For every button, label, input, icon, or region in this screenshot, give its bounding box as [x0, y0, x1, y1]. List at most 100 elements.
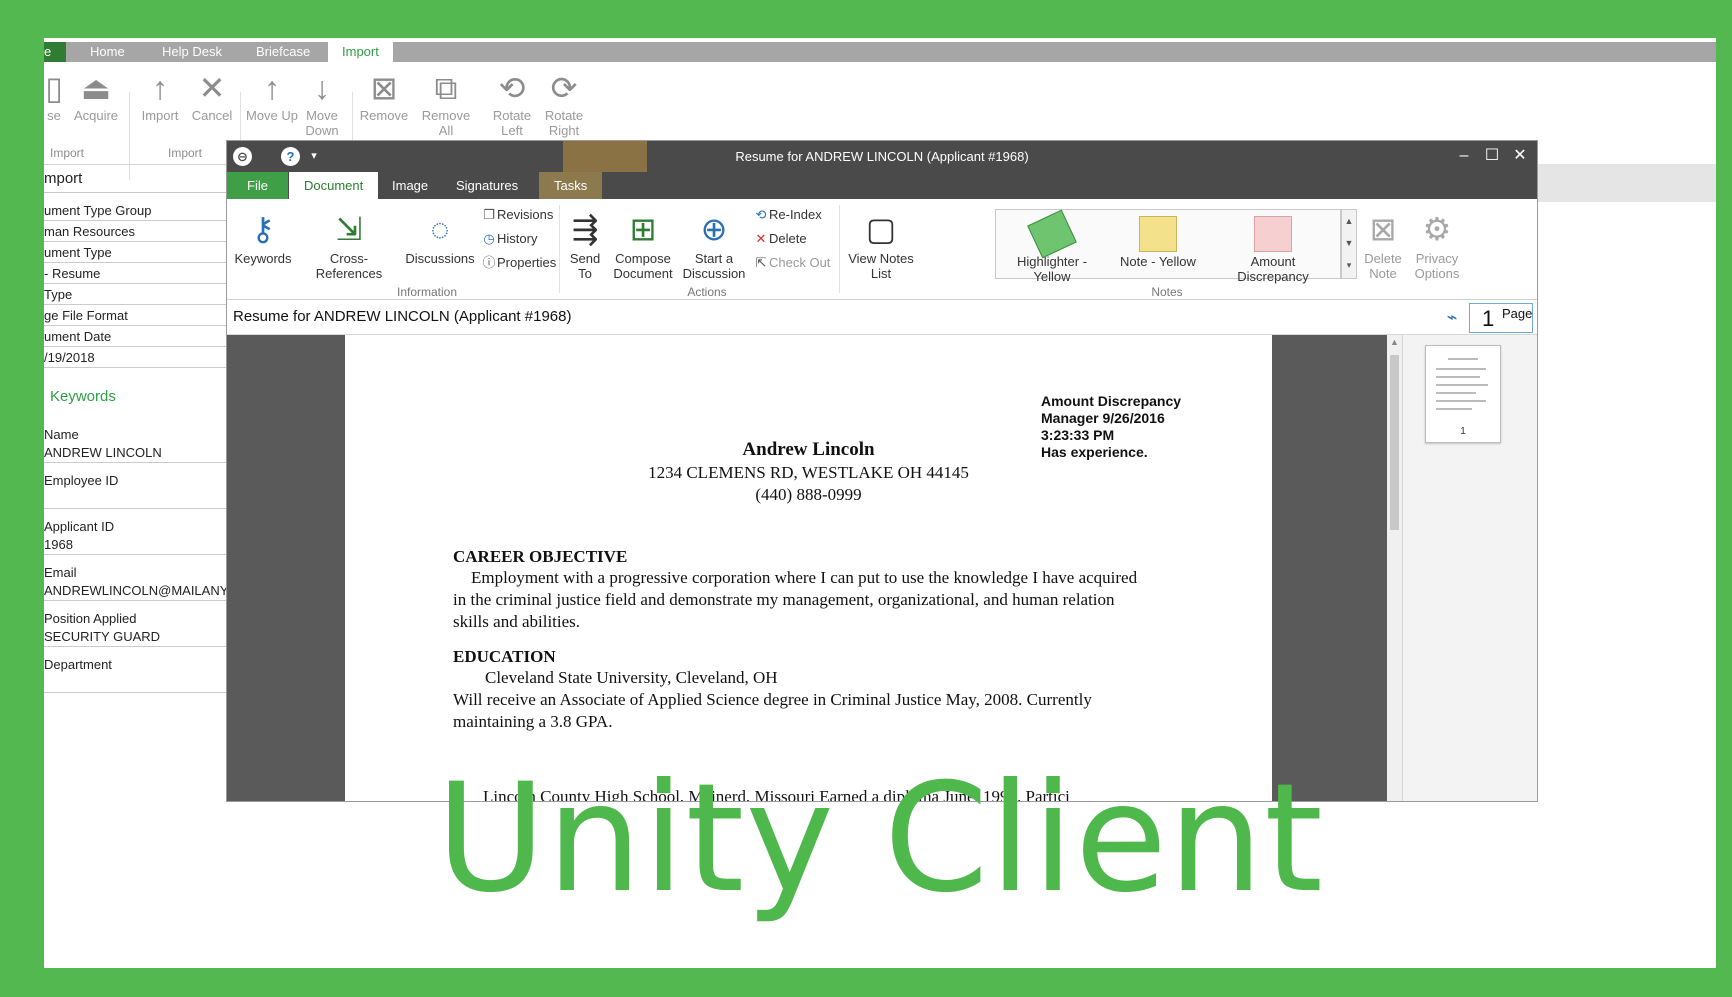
- keyword-value-department[interactable]: [44, 674, 226, 693]
- view-notes-list-button[interactable]: ▢ View Notes List: [843, 207, 919, 281]
- keyword-value-position[interactable]: SECURITY GUARD: [44, 628, 226, 647]
- thumbnail-page-number: 1: [1460, 426, 1466, 437]
- scroll-thumb[interactable]: [1390, 355, 1399, 530]
- discussions-button[interactable]: ◌ Discussions: [403, 207, 477, 266]
- tab-briefcase[interactable]: Briefcase: [256, 42, 310, 62]
- page-label: Page: [1502, 306, 1533, 321]
- properties-button[interactable]: ⓘ Properties: [481, 253, 556, 273]
- resume-phone: (440) 888-0999: [755, 485, 862, 504]
- thumbnail-line: [1448, 358, 1478, 360]
- acquire-button[interactable]: ⏏ Acquire: [68, 68, 124, 123]
- rotate-right-icon: ⟳: [550, 70, 578, 106]
- field-value[interactable]: man Resources: [44, 223, 226, 242]
- notes-gallery: Highlighter - Yellow Note - Yellow Amoun…: [995, 209, 1341, 284]
- clock-icon: ◷: [483, 231, 495, 246]
- tab-import[interactable]: Import: [328, 42, 393, 62]
- note-yellow-item[interactable]: Note - Yellow: [1108, 212, 1208, 274]
- field-value[interactable]: /19/2018: [44, 349, 226, 368]
- file-tab-stub[interactable]: e: [44, 42, 66, 62]
- discussion-add-icon: ⊕: [700, 211, 728, 247]
- compose-document-button[interactable]: ⊞ Compose Document: [609, 207, 677, 281]
- staple-icon[interactable]: ⌁: [1435, 308, 1469, 326]
- rotate-left-button[interactable]: ⟲ Rotate Left: [484, 68, 540, 138]
- thumbnail-line: [1436, 384, 1488, 386]
- cancel-button[interactable]: ✕ Cancel: [184, 68, 240, 123]
- remove-button[interactable]: ⊠ Remove: [356, 68, 412, 123]
- tab-document[interactable]: Document: [289, 172, 379, 199]
- field-label: ument Type Group: [44, 202, 226, 221]
- minimize-button[interactable]: –: [1451, 145, 1477, 167]
- group-label-import: Import: [50, 146, 85, 160]
- field-value[interactable]: - Resume: [44, 265, 226, 284]
- re-index-button[interactable]: ⟲ Re-Index: [753, 205, 822, 225]
- window-title: Resume for ANDREW LINCOLN (Applicant #19…: [735, 149, 1029, 164]
- move-down-button[interactable]: ↓ Move Down: [294, 68, 350, 138]
- document-page: Amount Discrepancy Manager 9/26/2016 3:2…: [345, 335, 1272, 801]
- thumbnail-line: [1436, 368, 1486, 370]
- privacy-options-button[interactable]: ⚙ Privacy Options: [1409, 207, 1465, 281]
- resume-name: Andrew Lincoln: [742, 439, 875, 460]
- keyword-value-applicant-id[interactable]: 1968: [44, 536, 226, 555]
- keys-icon: ⚷: [251, 211, 275, 247]
- background-tab-bar: e Home Help Desk Briefcase Import: [44, 42, 1716, 62]
- document-window: ⊖ ? ▾ Resume for ANDREW LINCOLN (Applica…: [226, 140, 1538, 802]
- tab-tasks[interactable]: Tasks: [539, 172, 603, 199]
- keyword-label-employee-id: Employee ID: [44, 473, 119, 488]
- tab-signatures[interactable]: Signatures: [441, 172, 533, 199]
- compose-icon: ⊞: [629, 211, 657, 247]
- check-out-button[interactable]: ⇱ Check Out: [753, 253, 831, 273]
- cross-reference-icon: ⇲: [335, 211, 363, 247]
- highlighter-icon: [1027, 209, 1077, 259]
- cross-references-button[interactable]: ⇲ Cross-References: [299, 207, 399, 281]
- tab-home[interactable]: Home: [90, 42, 125, 62]
- career-objective-text: Employment with a progressive corporatio…: [453, 568, 1138, 631]
- remove-all-button[interactable]: ⧉ Remove All: [418, 68, 474, 138]
- tab-image[interactable]: Image: [377, 172, 443, 199]
- viewer-scrollbar[interactable]: ▲: [1387, 335, 1402, 801]
- keyword-value-name[interactable]: ANDREW LINCOLN: [44, 444, 226, 463]
- history-button[interactable]: ◷ History: [481, 229, 537, 249]
- move-up-button[interactable]: ↑ Move Up: [244, 68, 300, 123]
- keyword-value-employee-id[interactable]: [44, 490, 226, 509]
- delete-note-button[interactable]: ⊠ Delete Note: [1361, 207, 1405, 281]
- group-label-import: Import: [168, 146, 203, 160]
- import-button[interactable]: ↑ Import: [132, 68, 188, 123]
- re-index-icon: ⟲: [755, 207, 767, 222]
- page-thumbnail[interactable]: 1: [1425, 345, 1501, 443]
- tab-file[interactable]: File: [227, 172, 288, 199]
- keyword-label-applicant-id: Applicant ID: [44, 519, 115, 534]
- amount-discrepancy-item[interactable]: Amount Discrepancy: [1218, 212, 1328, 284]
- highlighter-yellow-item[interactable]: Highlighter - Yellow: [1002, 209, 1102, 284]
- education-heading: EDUCATION: [453, 647, 556, 666]
- keyword-label-email: Email: [44, 565, 77, 580]
- info-icon: ⓘ: [482, 255, 496, 270]
- maximize-button[interactable]: ☐: [1479, 145, 1505, 167]
- keyword-value-email[interactable]: ANDREWLINCOLN@MAILANY: [44, 582, 226, 601]
- document-header-bar: Resume for ANDREW LINCOLN (Applicant #19…: [227, 300, 1537, 335]
- panel-divider: [44, 192, 226, 193]
- revisions-button[interactable]: ❐ Revisions: [481, 205, 553, 225]
- thumbnail-line: [1436, 392, 1476, 394]
- document-ribbon: ⚷ Keywords ⇲ Cross-References ◌ Discussions…: [227, 199, 1537, 300]
- remove-page-icon: ⊠: [370, 70, 398, 106]
- thumbnail-line: [1436, 400, 1486, 402]
- remove-all-icon: ⧉: [434, 70, 458, 106]
- keyword-label-name: Name: [44, 427, 79, 442]
- arrow-down-icon: ↓: [314, 70, 330, 106]
- send-to-button[interactable]: ⇶ Send To: [563, 207, 607, 281]
- background-strip: [1534, 164, 1716, 202]
- rotate-right-button[interactable]: ⟳ Rotate Right: [536, 68, 592, 138]
- delete-button[interactable]: ✕ Delete: [753, 229, 807, 249]
- document-viewer[interactable]: Amount Discrepancy Manager 9/26/2016 3:2…: [227, 335, 1402, 801]
- send-icon: ⇶: [571, 211, 599, 247]
- gallery-scroll-buttons[interactable]: ▲ ▼ ▾: [1341, 209, 1357, 279]
- page-indicator[interactable]: 1 Page: [1469, 303, 1533, 333]
- group-label-information: Information: [396, 285, 458, 299]
- ribbon-separator: [559, 205, 560, 293]
- education-text: Will receive an Associate of Applied Sci…: [453, 690, 1092, 731]
- close-button[interactable]: ✕: [1507, 145, 1533, 167]
- start-discussion-button[interactable]: ⊕ Start a Discussion: [681, 207, 747, 281]
- tab-help-desk[interactable]: Help Desk: [162, 42, 222, 62]
- keywords-button[interactable]: ⚷ Keywords: [231, 207, 295, 266]
- scroll-up-icon[interactable]: ▲: [1387, 337, 1402, 347]
